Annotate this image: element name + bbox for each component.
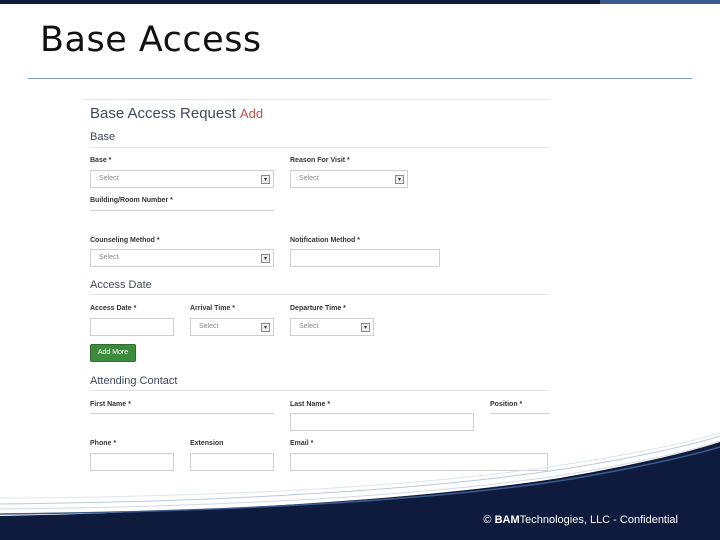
footer-rest: Technologies, LLC - Confidential xyxy=(519,514,678,526)
base-select[interactable]: Select ▾ xyxy=(90,170,274,188)
form-top-border xyxy=(84,99,550,100)
chevron-down-icon[interactable]: ▾ xyxy=(261,175,270,184)
section-attending-contact: Attending Contact xyxy=(90,375,178,387)
chevron-down-icon[interactable]: ▾ xyxy=(261,254,270,263)
position-input[interactable] xyxy=(490,413,550,431)
form-title: Base Access Request Add xyxy=(90,105,263,122)
departure-select[interactable]: Select ▾ xyxy=(290,318,374,336)
reason-label: Reason For Visit * xyxy=(290,157,350,164)
first-name-label: First Name * xyxy=(90,401,131,408)
section-access-date: Access Date xyxy=(90,279,152,291)
last-name-label: Last Name * xyxy=(290,401,331,408)
chevron-down-icon[interactable]: ▾ xyxy=(361,323,370,332)
access-date-label: Access Date * xyxy=(90,305,137,312)
reason-select-value: Select xyxy=(299,175,319,182)
footer-copyright: © BAMTechnologies, LLC - Confidential xyxy=(483,514,678,526)
building-input[interactable] xyxy=(90,210,274,228)
footer-brand: BAM xyxy=(494,514,520,526)
section-base-divider xyxy=(90,147,548,148)
top-bar xyxy=(0,0,720,4)
departure-label: Departure Time * xyxy=(290,305,346,312)
title-divider xyxy=(28,78,692,79)
last-name-input[interactable] xyxy=(290,413,474,431)
notification-input[interactable] xyxy=(290,249,440,267)
section-access-date-divider xyxy=(90,294,548,295)
chevron-down-icon[interactable]: ▾ xyxy=(261,323,270,332)
form-title-text: Base Access Request xyxy=(90,105,236,122)
counseling-label: Counseling Method * xyxy=(90,237,160,244)
base-label: Base * xyxy=(90,157,112,164)
arrival-select[interactable]: Select ▾ xyxy=(190,318,274,336)
slide-title: Base Access xyxy=(40,20,262,60)
first-name-input[interactable] xyxy=(90,413,274,431)
copyright-symbol: © xyxy=(483,514,492,526)
counseling-select-value: Select xyxy=(99,254,119,261)
position-label: Position * xyxy=(490,401,523,408)
access-date-input[interactable] xyxy=(90,318,174,336)
section-base: Base xyxy=(90,131,116,143)
departure-select-value: Select xyxy=(299,323,319,330)
counseling-select[interactable]: Select ▾ xyxy=(90,249,274,267)
top-bar-accent xyxy=(600,0,720,4)
building-label: Building/Room Number * xyxy=(90,197,173,204)
add-more-button[interactable]: Add More xyxy=(90,344,136,362)
reason-select[interactable]: Select ▾ xyxy=(290,170,408,188)
base-select-value: Select xyxy=(99,175,119,182)
chevron-down-icon[interactable]: ▾ xyxy=(395,175,404,184)
arrival-label: Arrival Time * xyxy=(190,305,236,312)
notification-label: Notification Method * xyxy=(290,237,360,244)
section-attending-contact-divider xyxy=(90,390,548,391)
arrival-select-value: Select xyxy=(199,323,219,330)
form-title-action: Add xyxy=(239,106,264,121)
base-access-form: Base Access Request Add Base Base * Selec… xyxy=(84,99,550,474)
